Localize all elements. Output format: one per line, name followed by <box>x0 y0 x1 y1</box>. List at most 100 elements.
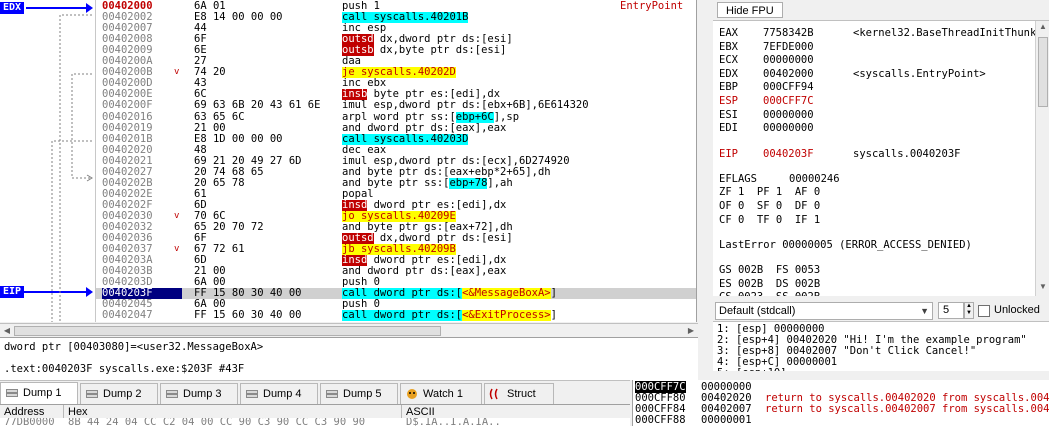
memory-dump-icon <box>86 390 98 398</box>
register-value[interactable]: 00000000 <box>763 109 814 121</box>
stack-comment[interactable]: return to syscalls.00402007 from syscall… <box>765 403 1049 415</box>
stack-view[interactable]: 000CFF7C 00000000 000CFF80 00402020 return t… <box>632 380 1049 426</box>
dump-row-hex: 8B 44 24 04 CC C2 04 00 CC 90 C3 90 CC C… <box>68 418 366 426</box>
register-value[interactable]: 00402000 <box>763 68 814 80</box>
chevron-down-icon[interactable]: ▼ <box>920 303 929 319</box>
arguments-list[interactable]: 1: [esp] 00000000 2: [esp+4] 00402020 "Hi… <box>713 321 1049 371</box>
tab-dump-4[interactable]: Dump 4 <box>240 383 318 404</box>
disasm-row[interactable]: 0040202B 20 65 78 and byte ptr ss:[ebp+78]… <box>96 177 696 189</box>
disassembly-view[interactable]: 00402000 6A 01 push 1 EntryPoint 00402002 E8 … <box>0 0 697 322</box>
disasm-bytes: 21 00 <box>194 121 226 134</box>
instruction-token: ],sp <box>493 111 520 123</box>
disasm-row[interactable]: 00402016 63 65 6C arpl word ptr ss:[ebp+6C… <box>96 111 696 123</box>
disasm-bytes: 43 <box>194 77 207 90</box>
segment-row[interactable]: GS 002B FS 0053 <box>719 264 820 276</box>
disasm-row[interactable]: 00402045 6A 00 push 0 <box>96 299 696 310</box>
instruction-token: arpl word ptr ss:[ <box>342 111 456 123</box>
tab-watch-1[interactable]: Watch 1 <box>400 383 482 404</box>
disasm-instruction: call dword ptr ds:[<&MessageBoxA>] <box>342 288 612 300</box>
scroll-right-icon[interactable]: ▶ <box>685 326 697 336</box>
disasm-row[interactable]: 0040200B v 74 20 je syscalls.40202D <box>96 67 696 79</box>
disasm-row[interactable]: 0040200F 69 63 6B 20 43 61 6E imul esp,dwo… <box>96 100 696 111</box>
register-value[interactable]: 00000000 <box>763 54 814 66</box>
disasm-row[interactable]: 0040203D 6A 00 push 0 <box>96 277 696 288</box>
disasm-row[interactable]: 0040202F 6D insd dword ptr es:[edi],dx <box>96 199 696 211</box>
tab-dump-3[interactable]: Dump 3 <box>160 383 238 404</box>
disasm-row[interactable]: 0040200D 43 inc ebx <box>96 77 696 90</box>
disasm-row[interactable]: 0040201B E8 1D 00 00 00 call syscalls.4020… <box>96 133 696 145</box>
vscroll-thumb[interactable] <box>1038 37 1048 107</box>
instruction-token: outsb <box>342 45 374 57</box>
disasm-row[interactable]: 00402021 69 21 20 49 27 6D imul esp,dword … <box>96 155 696 167</box>
scroll-up-icon[interactable]: ▲ <box>1037 22 1049 34</box>
disasm-row[interactable]: 00402008 6F outsd dx,dword ptr ds:[esi] <box>96 34 696 46</box>
registers-vscrollbar[interactable]: ▲ ▼ <box>1035 21 1049 296</box>
disasm-row[interactable]: 00402037 v 67 72 61 jb syscalls.40209B <box>96 244 696 256</box>
disasm-instruction: and byte ptr gs:[eax+72],dh <box>342 222 612 233</box>
disasm-row[interactable]: 0040200E 6C insb byte ptr es:[edi],dx <box>96 89 696 101</box>
disasm-row[interactable]: 00402036 6F outsd dx,dword ptr ds:[esi] <box>96 233 696 245</box>
call-convention-select[interactable]: Default (stdcall) ▼ <box>715 302 933 320</box>
dump-row-address: 77DB0000 <box>4 418 55 426</box>
disasm-instruction: and dword ptr ds:[eax],eax <box>342 123 612 134</box>
argument-row[interactable]: 5: [esp+10] ... <box>717 367 812 371</box>
segment-row[interactable]: ES 002B DS 002B <box>719 278 820 290</box>
stack-value[interactable]: 00000001 <box>701 414 752 426</box>
disasm-row[interactable]: 00402007 44 inc esp <box>96 23 696 34</box>
disasm-row[interactable]: 0040203B 21 00 and dword ptr ds:[eax],eax <box>96 266 696 277</box>
disasm-bytes: 65 20 70 72 <box>194 221 264 233</box>
disasm-row[interactable]: 00402027 20 74 68 65 and byte ptr ds:[eax+… <box>96 166 696 178</box>
struct-icon <box>489 388 498 400</box>
disasm-row[interactable]: 00402030 v 70 6C jo syscalls.40209E <box>96 210 696 222</box>
scroll-left-icon[interactable]: ◀ <box>1 326 13 336</box>
disasm-row[interactable]: 0040200A 27 daa <box>96 56 696 67</box>
arg-count-spinner[interactable]: ▲ ▼ <box>964 302 974 319</box>
disasm-row[interactable]: 0040203F FF 15 80 30 40 00 call dword ptr … <box>96 288 696 300</box>
tab-dump-2[interactable]: Dump 2 <box>80 383 158 404</box>
register-value[interactable]: 7758342B <box>763 27 814 39</box>
disasm-row[interactable]: 00402032 65 20 70 72 and byte ptr gs:[eax+… <box>96 221 696 233</box>
disasm-row[interactable]: 00402000 6A 01 push 1 EntryPoint <box>96 1 696 12</box>
disasm-row[interactable]: 0040203A 6D insd dword ptr es:[edi],dx <box>96 255 696 267</box>
flags-row[interactable]: OF 0 SF 0 DF 0 <box>719 200 820 212</box>
tab-dump-5[interactable]: Dump 5 <box>320 383 398 404</box>
disasm-instruction: outsd dx,dword ptr ds:[esi] <box>342 233 612 245</box>
disasm-row[interactable]: 00402009 6E outsb dx,byte ptr ds:[esi] <box>96 45 696 57</box>
watch-icon <box>407 389 417 399</box>
registers-panel[interactable]: EAX 7758342B <kernel32.BaseThreadInitThunk… <box>713 21 1035 296</box>
disassembly-hscrollbar[interactable]: ◀ ▶ <box>0 323 698 337</box>
tab-label: Dump 5 <box>343 388 382 400</box>
disasm-bytes: FF 15 60 30 40 00 <box>194 309 302 322</box>
scroll-down-icon[interactable]: ▼ <box>1037 282 1049 294</box>
flags-row[interactable]: ZF 1 PF 1 AF 0 <box>719 186 820 198</box>
eip-name: EIP <box>719 147 738 160</box>
hide-fpu-button[interactable]: Hide FPU <box>717 2 783 18</box>
eip-value[interactable]: 0040203F <box>763 148 814 160</box>
register-value[interactable]: 000CFF7C <box>763 95 814 107</box>
register-value[interactable]: 00000000 <box>763 122 814 134</box>
segment-row[interactable]: CS 0023 SS 002B <box>719 291 820 296</box>
memory-dump-icon <box>246 390 258 398</box>
disasm-row[interactable]: 00402002 E8 14 00 00 00 call syscalls.4020… <box>96 12 696 24</box>
dump-row-ascii: D$.ÌÂ..Ì.Ã.ÌÃ.. <box>406 418 501 426</box>
instruction-token: call dword ptr ds:[ <box>342 288 463 300</box>
tab-struct[interactable]: Struct <box>484 383 554 404</box>
instruction-token: jb syscalls.40209B <box>342 244 456 256</box>
tab-dump-1[interactable]: Dump 1 <box>0 382 78 404</box>
eflags-value[interactable]: 00000246 <box>789 173 840 185</box>
disasm-row[interactable]: 0040202E 61 popal <box>96 188 696 200</box>
disasm-row[interactable]: 00402047 FF 15 60 30 40 00 call dword ptr … <box>96 309 696 322</box>
unlocked-checkbox[interactable] <box>978 305 990 317</box>
disasm-row[interactable]: 00402019 21 00 and dword ptr ds:[eax],eax <box>96 121 696 134</box>
flags-row[interactable]: CF 0 TF 0 IF 1 <box>719 214 820 226</box>
jump-direction-icon: v <box>174 244 180 255</box>
register-value[interactable]: 000CFF94 <box>763 81 814 93</box>
arg-count-input[interactable]: 5 <box>938 302 964 319</box>
disasm-row[interactable]: 00402020 48 dec eax <box>96 144 696 156</box>
hscroll-thumb[interactable] <box>14 326 441 336</box>
dump-row[interactable]: 77DB0000 8B 44 24 04 CC C2 04 00 CC 90 C… <box>0 418 630 426</box>
register-value[interactable]: 7EFDE000 <box>763 41 814 53</box>
disasm-instruction: jo syscalls.40209E <box>342 210 612 222</box>
disasm-instruction: outsd dx,dword ptr ds:[esi] <box>342 34 612 46</box>
stack-address[interactable]: 000CFF88 <box>635 414 686 426</box>
